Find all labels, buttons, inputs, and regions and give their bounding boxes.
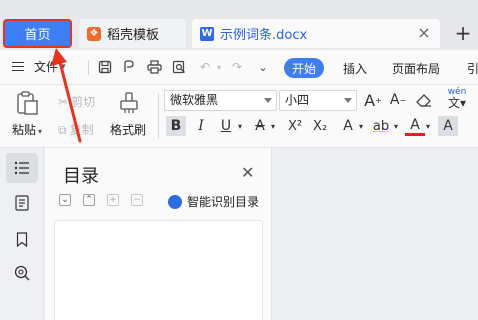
expand-up-icon[interactable]: ⌃ <box>83 194 95 206</box>
italic-button[interactable]: I <box>191 116 211 136</box>
toc-nav-icon[interactable] <box>6 153 38 183</box>
character-shading-button[interactable]: A <box>438 116 458 136</box>
chapter-nav-icon[interactable] <box>6 188 38 218</box>
bold-button[interactable]: B <box>166 116 186 136</box>
tab-document-label: 示例词条.docx <box>220 28 308 43</box>
strikethrough-button[interactable]: A <box>250 116 270 136</box>
toc-panel: 目录 ✕ ⌄ ⌃ + − 智能识别目录 <box>45 148 272 320</box>
chevron-down-icon[interactable]: ▾ <box>356 116 366 136</box>
clear-format-icon[interactable] <box>414 90 434 110</box>
chevron-down-icon: ▾ <box>61 61 66 72</box>
tab-start[interactable]: 开始 <box>284 58 324 78</box>
tab-template-label: 稻壳模板 <box>107 28 160 43</box>
text-effect-button[interactable]: A <box>338 116 358 136</box>
font-size-select[interactable]: 小四 <box>279 90 357 111</box>
tab-bar: 首页 ❖ 稻壳模板 W 示例词条.docx × + <box>0 0 478 50</box>
file-menu-label: 文件 <box>34 60 59 74</box>
ribbon: 粘贴 ▾ ✂ 剪切 ⧉ 复制 格式刷 微软雅黑 小四 A + A − wén 文▾ B I … <box>0 85 478 148</box>
redo-icon[interactable]: ↷ <box>228 58 246 76</box>
font-family-value: 微软雅黑 <box>170 93 219 107</box>
menu-bar: 文件 ▾ ↶ ▾ ↷ ⌄ 开始 插入 页面布局 引 <box>0 50 478 85</box>
save-icon[interactable] <box>96 58 114 76</box>
daoke-icon: ❖ <box>87 26 101 41</box>
subscript-button[interactable]: X₂ <box>309 116 331 136</box>
undo-dropdown-icon[interactable]: ▾ <box>210 58 228 76</box>
underline-button[interactable]: U <box>216 116 236 136</box>
grow-font-icon[interactable]: A + <box>363 90 383 110</box>
close-tab-icon[interactable]: × <box>416 25 432 41</box>
tab-home-label: 首页 <box>24 28 51 43</box>
tab-insert[interactable]: 插入 <box>343 60 367 77</box>
hamburger-icon <box>12 62 24 71</box>
divider <box>88 60 89 75</box>
highlight-button[interactable]: ab <box>370 116 392 136</box>
chevron-down-icon <box>264 98 272 103</box>
paste-icon[interactable] <box>14 90 40 116</box>
chevron-down-icon: ▾ <box>38 127 43 136</box>
shrink-font-glyph: A <box>389 92 400 108</box>
file-menu[interactable]: 文件 ▾ <box>12 58 66 75</box>
toc-title: 目录 <box>63 166 99 187</box>
toc-list <box>54 220 263 320</box>
left-sidebar <box>0 148 44 320</box>
scissors-icon: ✂ <box>58 95 69 109</box>
divider <box>158 93 159 139</box>
phonetic-guide-icon[interactable]: wén 文▾ <box>442 87 472 109</box>
grow-font-glyph: A <box>364 90 376 110</box>
close-icon[interactable]: ✕ <box>241 163 254 182</box>
tab-page-layout[interactable]: 页面布局 <box>392 60 440 77</box>
copy-label: 复制 <box>69 123 94 137</box>
cut-button[interactable]: ✂ 剪切 <box>58 93 95 110</box>
tab-home[interactable]: 首页 <box>3 19 72 48</box>
font-size-value: 小四 <box>285 93 310 107</box>
shrink-font-icon[interactable]: A − <box>388 90 408 110</box>
more-commands-icon[interactable]: ⌄ <box>254 58 272 76</box>
chevron-down-icon <box>344 98 352 103</box>
smart-recognize-icon <box>168 194 182 209</box>
search-icon[interactable] <box>6 258 38 288</box>
tab-document[interactable]: W 示例词条.docx × <box>192 19 440 48</box>
add-level-icon[interactable]: + <box>107 194 119 206</box>
cut-label: 剪切 <box>71 95 96 109</box>
font-color-button[interactable]: A <box>405 116 425 136</box>
print-preview-icon[interactable] <box>170 58 188 76</box>
print-icon[interactable] <box>145 58 163 76</box>
tab-references-partial[interactable]: 引 <box>467 60 478 77</box>
export-icon[interactable] <box>120 58 138 76</box>
new-tab-icon[interactable]: + <box>452 22 474 44</box>
tab-template[interactable]: ❖ 稻壳模板 <box>79 19 186 48</box>
chevron-down-icon[interactable]: ▾ <box>268 116 278 136</box>
bookmark-icon[interactable] <box>6 224 38 254</box>
superscript-button[interactable]: X² <box>284 116 306 136</box>
copy-icon: ⧉ <box>58 123 67 137</box>
paste-button[interactable]: 粘贴 ▾ <box>12 121 42 138</box>
tab-start-label: 开始 <box>291 61 316 76</box>
collapse-all-icon[interactable]: ⌄ <box>59 194 71 206</box>
smart-toc-label: 智能识别目录 <box>187 195 260 209</box>
chevron-down-icon[interactable]: ▾ <box>391 116 401 136</box>
format-painter-button[interactable]: 格式刷 <box>110 121 146 138</box>
chevron-down-icon[interactable]: ▾ <box>423 116 433 136</box>
remove-level-icon[interactable]: − <box>131 194 143 206</box>
smart-toc-button[interactable]: 智能识别目录 <box>168 193 259 210</box>
chevron-down-icon[interactable]: ▾ <box>235 116 245 136</box>
wps-w-icon: W <box>200 26 214 41</box>
font-family-select[interactable]: 微软雅黑 <box>164 90 277 111</box>
paste-label: 粘贴 <box>12 123 37 137</box>
format-painter-icon[interactable] <box>117 90 141 116</box>
copy-button[interactable]: ⧉ 复制 <box>58 121 94 138</box>
document-area[interactable] <box>273 148 478 320</box>
